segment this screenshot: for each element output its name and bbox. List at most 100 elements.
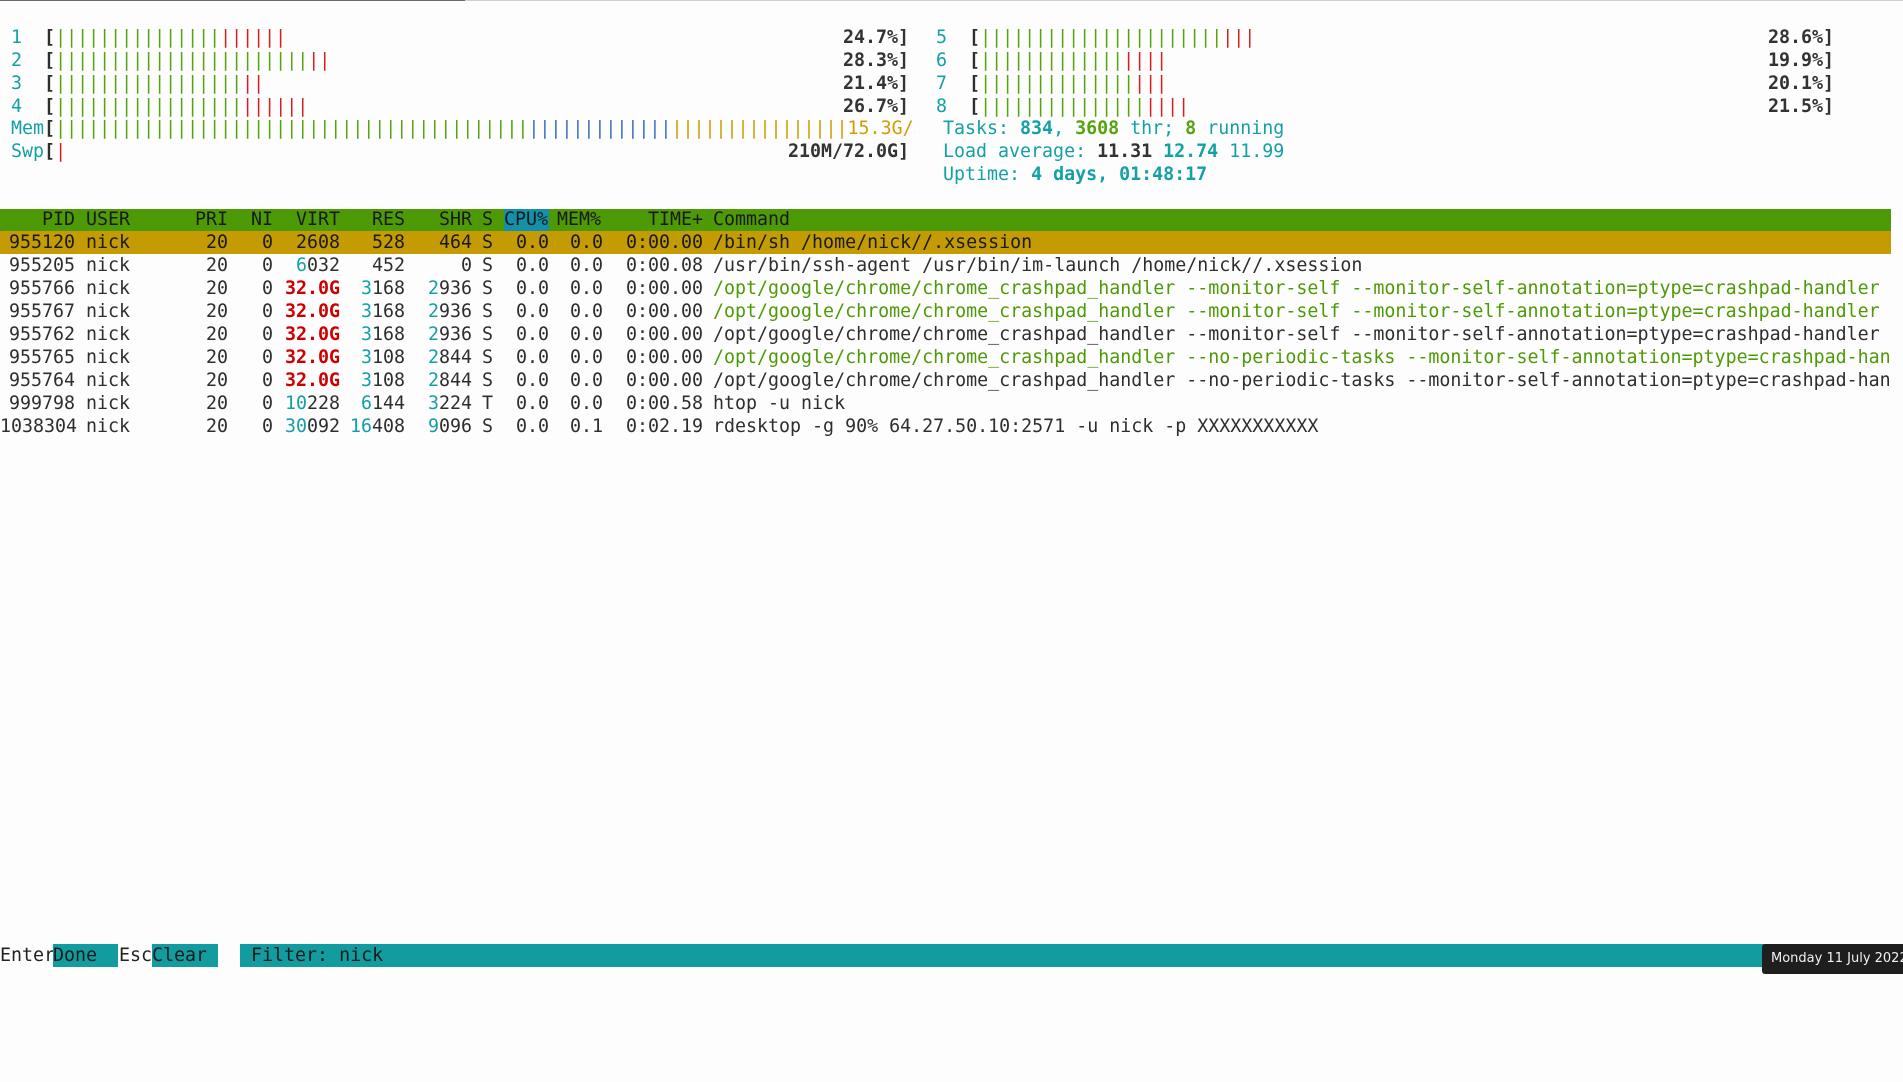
cell-s: S bbox=[482, 370, 494, 391]
cell-cpu: 0.0 bbox=[515, 232, 549, 253]
cell-cpu: 0.0 bbox=[515, 370, 549, 391]
cpu-meter-label: 3 bbox=[11, 73, 23, 94]
meter-bar-system: || bbox=[308, 50, 331, 71]
cell-user: nick bbox=[86, 301, 131, 322]
cpu-meter-7: 7 [||||||||||||||||| 20.1%] bbox=[925, 72, 1840, 95]
cell-shr: 464 bbox=[438, 232, 472, 253]
cell-shr: 2936 bbox=[427, 278, 472, 299]
cpu-meter-value: 21.5%] bbox=[1768, 96, 1835, 117]
swap-label: Swp bbox=[11, 141, 45, 162]
cell-ni: 0 bbox=[261, 278, 273, 299]
meter-bar-user: ||||||||||||||| bbox=[55, 27, 221, 48]
cpu-meter-label: 8 bbox=[936, 96, 948, 117]
col-mem[interactable]: MEM% bbox=[557, 209, 603, 231]
cpu-meter-5: 5 [||||||||||||||||||||||||| 28.6%] bbox=[925, 26, 1840, 49]
cell-user: nick bbox=[86, 278, 131, 299]
col-command[interactable]: Command bbox=[713, 209, 1891, 231]
cell-virt: 32.0G bbox=[284, 278, 340, 299]
cell-cpu: 0.0 bbox=[515, 301, 549, 322]
cpu-meter-3: 3 [||||||||||||||||||| 21.4%] bbox=[0, 72, 915, 95]
cpu-meter-label: 4 bbox=[11, 96, 23, 117]
cell-cmd: /opt/google/chrome/chrome_crashpad_handl… bbox=[713, 324, 1880, 345]
swap-meter: Swp[| 210M/72.0G] bbox=[11, 141, 910, 162]
esc-key[interactable]: Esc bbox=[119, 944, 152, 967]
cell-cmd: rdesktop -g 90% 64.27.50.10:2571 -u nick… bbox=[713, 416, 1319, 437]
meter-bar-user: |||||||||||||||||||||| bbox=[980, 27, 1223, 48]
cell-shr: 2844 bbox=[427, 370, 472, 391]
meter-bar-user: ||||||||||||||| bbox=[980, 96, 1146, 117]
cell-virt: 10228 bbox=[284, 393, 340, 414]
cpu-meter-2: 2 [||||||||||||||||||||||||| 28.3%] bbox=[0, 49, 915, 72]
cell-cmd: /opt/google/chrome/chrome_crashpad_handl… bbox=[713, 278, 1880, 299]
cell-pri: 20 bbox=[205, 393, 228, 414]
cell-user: nick bbox=[86, 255, 131, 276]
cpu-meter-6: 6 [||||||||||||||||| 19.9%] bbox=[925, 49, 1840, 72]
cell-s: S bbox=[482, 416, 494, 437]
cell-ni: 0 bbox=[261, 347, 273, 368]
meter-bracket-open: [ bbox=[44, 96, 56, 117]
col-user[interactable]: USER bbox=[86, 209, 186, 231]
cell-ni: 0 bbox=[261, 370, 273, 391]
col-time[interactable]: TIME+ bbox=[613, 209, 703, 231]
done-button[interactable]: Done bbox=[53, 944, 118, 967]
col-cpu-sorted[interactable]: CPU% bbox=[504, 209, 549, 231]
cell-res: 3108 bbox=[360, 347, 405, 368]
cell-cpu: 0.0 bbox=[515, 393, 549, 414]
meter-bar-user: |||||||||||||| bbox=[980, 73, 1135, 94]
process-row[interactable]: 1038304 nick 20 0 30092 16408 9096 S 0.0 0.1 0:02.… bbox=[0, 415, 1891, 438]
col-shr[interactable]: SHR bbox=[415, 209, 472, 231]
cell-user: nick bbox=[86, 416, 131, 437]
cell-time: 0:00.08 bbox=[625, 255, 703, 276]
cpu-meter-label: 5 bbox=[936, 27, 948, 48]
cell-user: nick bbox=[86, 370, 131, 391]
clock-tooltip: Monday 11 July 2022 bbox=[1762, 944, 1903, 974]
cell-cpu: 0.0 bbox=[515, 347, 549, 368]
cell-mem: 0.0 bbox=[569, 278, 603, 299]
cell-s: S bbox=[482, 324, 494, 345]
col-state[interactable]: S bbox=[482, 209, 494, 231]
cell-user: nick bbox=[86, 347, 131, 368]
cell-cmd: /opt/google/chrome/chrome_crashpad_handl… bbox=[713, 347, 1891, 368]
cell-user: nick bbox=[86, 393, 131, 414]
cell-cmd: /bin/sh /home/nick//.xsession bbox=[713, 232, 1033, 253]
filter-label: Filter: bbox=[251, 945, 340, 966]
cell-pri: 20 bbox=[205, 347, 228, 368]
cell-s: S bbox=[482, 347, 494, 368]
process-row[interactable]: 955764 nick 20 0 32.0G 3108 2844 S 0.0 0.0 0:00.00… bbox=[0, 369, 1891, 392]
cell-pid: 1038304 bbox=[0, 416, 78, 437]
cell-user: nick bbox=[86, 232, 131, 253]
col-pid[interactable]: PID bbox=[0, 209, 75, 231]
tasks-line: Tasks: 834, 3608 thr; 8 running bbox=[943, 118, 1285, 139]
filter-footer: Enter Done Esc Clear Filter: nick bbox=[0, 944, 1903, 967]
col-virt[interactable]: VIRT bbox=[280, 209, 340, 231]
enter-key[interactable]: Enter bbox=[0, 944, 55, 967]
meter-bar-user: ||||||||||||||||| bbox=[55, 73, 243, 94]
cell-mem: 0.0 bbox=[569, 301, 603, 322]
col-ni[interactable]: NI bbox=[235, 209, 273, 231]
cell-cmd: htop -u nick bbox=[713, 393, 846, 414]
cpu-meter-value: 28.3%] bbox=[843, 50, 910, 71]
cell-s: S bbox=[482, 301, 494, 322]
col-res[interactable]: RES bbox=[340, 209, 405, 231]
process-row[interactable]: 955762 nick 20 0 32.0G 3168 2936 S 0.0 0.0 0:00.00… bbox=[0, 323, 1891, 346]
process-row[interactable]: 955767 nick 20 0 32.0G 3168 2936 S 0.0 0.0 0:00.00… bbox=[0, 300, 1891, 323]
cell-res: 3168 bbox=[360, 278, 405, 299]
cpu-meter-value: 24.7%] bbox=[843, 27, 910, 48]
cell-cmd: /usr/bin/ssh-agent /usr/bin/im-launch /h… bbox=[713, 255, 1363, 276]
process-row[interactable]: 955205 nick 20 0 6032 452 0 S 0.0 0.0 0:00.08/usr/… bbox=[0, 254, 1891, 277]
cell-virt: 30092 bbox=[284, 416, 340, 437]
process-row[interactable]: 955120 nick 20 0 2608 528 464 S 0.0 0.0 0:00.00/bi… bbox=[0, 231, 1891, 254]
col-pri[interactable]: PRI bbox=[188, 209, 228, 231]
cell-mem: 0.0 bbox=[569, 370, 603, 391]
process-row[interactable]: 955765 nick 20 0 32.0G 3108 2844 S 0.0 0.0 0:00.00… bbox=[0, 346, 1891, 369]
process-row[interactable]: 999798 nick 20 0 10228 6144 3224 T 0.0 0.0 0:00.58… bbox=[0, 392, 1891, 415]
meter-bar-system: ||| bbox=[1222, 27, 1256, 48]
clear-button[interactable]: Clear bbox=[152, 944, 218, 967]
cell-ni: 0 bbox=[261, 324, 273, 345]
meter-bar-system: |||| bbox=[1123, 50, 1168, 71]
cell-pid: 955120 bbox=[8, 232, 75, 253]
filter-input[interactable]: Filter: nick bbox=[240, 944, 1903, 967]
process-row[interactable]: 955766 nick 20 0 32.0G 3168 2936 S 0.0 0.0 0:00.00… bbox=[0, 277, 1891, 300]
cell-time: 0:00.00 bbox=[625, 347, 703, 368]
cpu-meter-value: 26.7%] bbox=[843, 96, 910, 117]
